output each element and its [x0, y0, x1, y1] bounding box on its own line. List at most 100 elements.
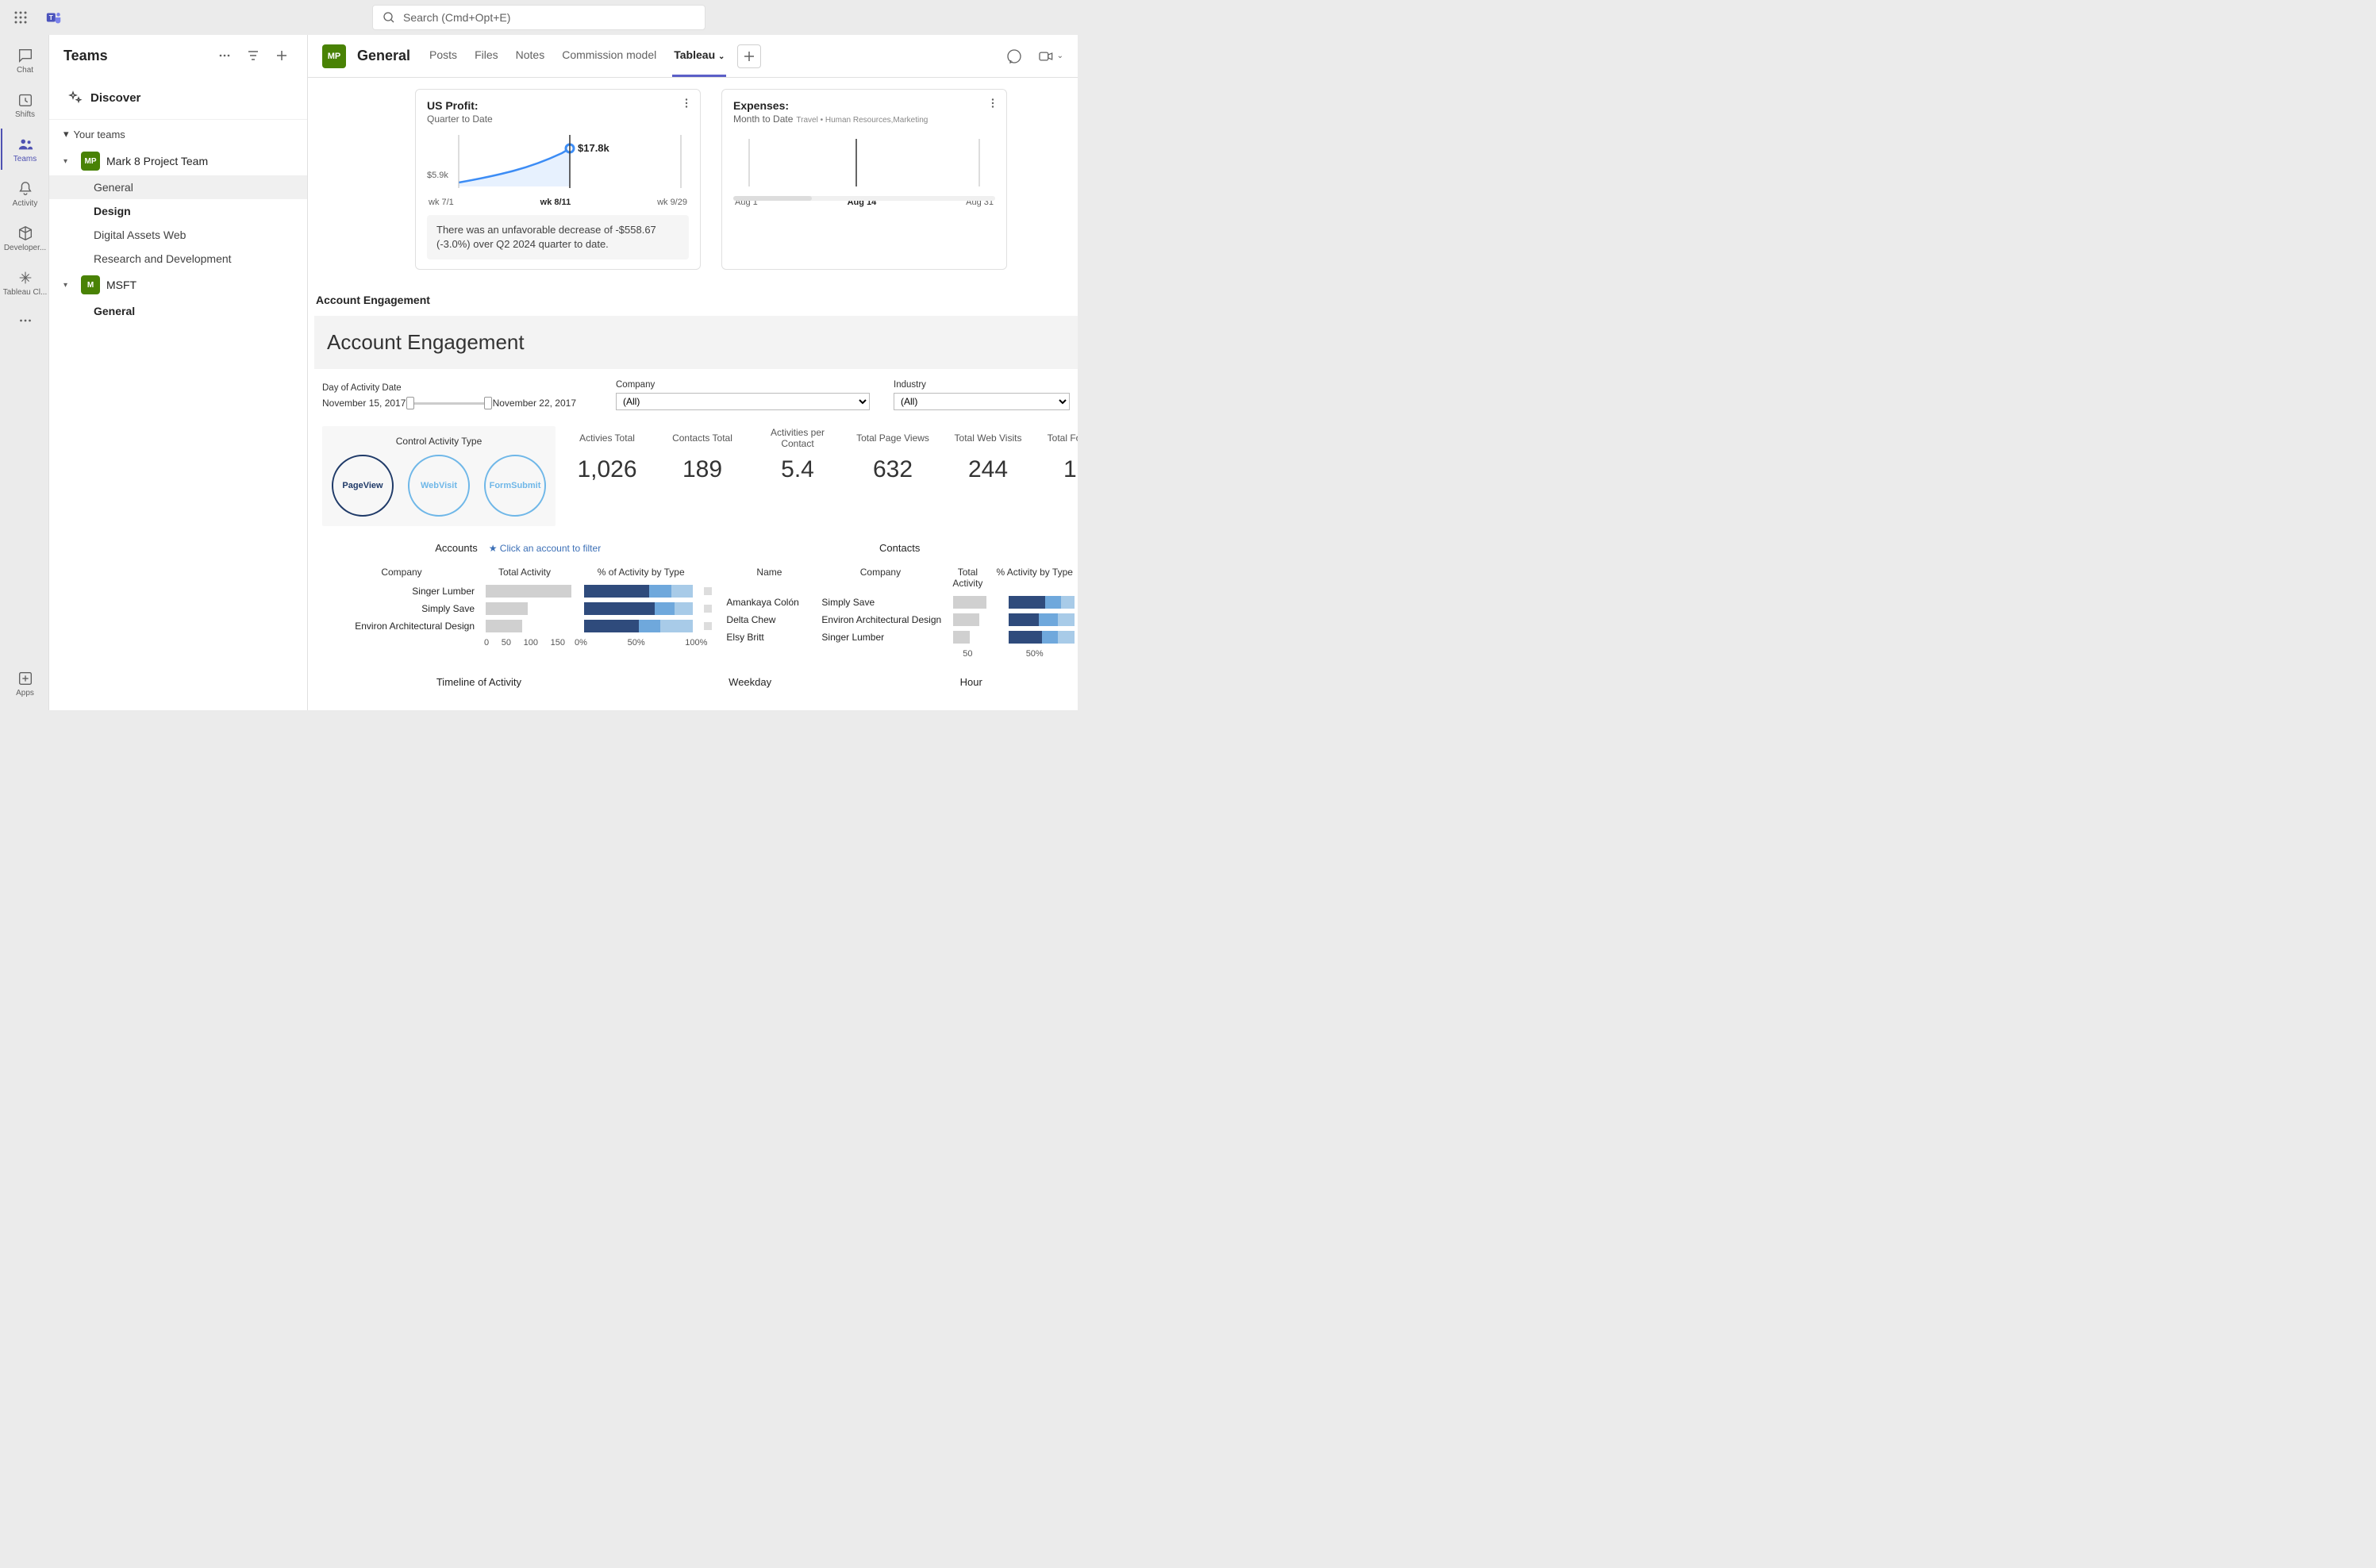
search-icon: [383, 11, 395, 24]
channel-item[interactable]: Design: [49, 199, 307, 223]
channel-header: MP General Posts Files Notes Commission mod…: [308, 35, 1078, 78]
chevron-down-icon: ⌄: [718, 52, 725, 61]
pulse-card[interactable]: US Profit: Quarter to Date $5.9k $17.8k …: [415, 89, 701, 270]
table-row[interactable]: Amankaya Colón Simply Save: [721, 594, 1078, 611]
contacts-table: Contacts Name Company Total Activity % A…: [721, 534, 1078, 662]
filter-icon: [247, 49, 260, 62]
meet-button[interactable]: ⌄: [1038, 44, 1063, 69]
channel-item[interactable]: General: [49, 299, 307, 323]
date-range-slider[interactable]: November 15, 2017 November 22, 2017: [322, 396, 576, 410]
channel-tab[interactable]: Files: [473, 35, 500, 77]
channel-item[interactable]: General: [49, 175, 307, 199]
app-launcher-button[interactable]: [8, 5, 33, 30]
hour-section: Hour: [864, 670, 1078, 694]
rail-teams[interactable]: Teams: [1, 129, 48, 170]
rail-chat[interactable]: Chat: [1, 40, 48, 81]
more-vertical-icon: [987, 98, 998, 109]
card-more-button[interactable]: [987, 98, 998, 109]
channel-name: General: [357, 48, 410, 64]
company-select[interactable]: (All): [616, 393, 870, 410]
company-filter: Company (All): [616, 380, 870, 410]
chat-icon: [17, 47, 34, 64]
team-name: Mark 8 Project Team: [106, 155, 208, 167]
team-avatar: MP: [81, 152, 100, 171]
industry-select[interactable]: (All): [894, 393, 1070, 410]
waffle-icon: [13, 10, 28, 25]
table-row[interactable]: Delta Chew Environ Architectural Design: [721, 611, 1078, 628]
chat-icon: [1006, 48, 1022, 64]
app-rail: Chat Shifts Teams Activity Developer... …: [0, 35, 49, 710]
line-chart: [427, 131, 689, 194]
rail-activity[interactable]: Activity: [1, 173, 48, 214]
card-insight: There was an unfavorable decrease of -$5…: [427, 215, 689, 259]
teams-panel: Teams Discover ▾ Your teams ▾ MP Mark 8 …: [49, 35, 308, 710]
team-item[interactable]: ▾ M MSFT: [49, 271, 307, 299]
more-icon: [17, 312, 34, 329]
bell-icon: [17, 180, 34, 198]
click-filter-hint[interactable]: ★ Click an account to filter: [489, 543, 601, 554]
table-row[interactable]: Elsy Britt Singer Lumber: [721, 628, 1078, 646]
rail-developer[interactable]: Developer...: [1, 217, 48, 259]
panel-add-button[interactable]: [271, 44, 293, 67]
title-bar: T Search (Cmd+Opt+E): [0, 0, 1078, 35]
add-tab-button[interactable]: [737, 44, 761, 68]
channel-tab[interactable]: Commission model: [560, 35, 658, 77]
caret-down-icon: ▾: [63, 128, 69, 140]
conversation-button[interactable]: [1002, 44, 1027, 69]
card-subtitle: Quarter to Date: [427, 113, 689, 125]
activity-type-toggle[interactable]: FormSubmit: [484, 455, 546, 517]
card-more-button[interactable]: [681, 98, 692, 109]
bars-chart: [733, 131, 995, 194]
activity-type-control: Control Activity Type PageViewWebVisitFo…: [322, 426, 556, 526]
kpi-tile: Activies Total1,026: [563, 426, 651, 526]
table-row[interactable]: Environ Architectural Design: [322, 617, 713, 635]
video-icon: [1038, 48, 1054, 64]
discover-button[interactable]: Discover: [49, 76, 307, 120]
ae-section-label: Account Engagement: [308, 286, 1078, 311]
channel-tab[interactable]: Posts: [428, 35, 459, 77]
kpi-tile: Contacts Total189: [659, 426, 746, 526]
channel-content: MP General Posts Files Notes Commission mod…: [308, 35, 1078, 710]
table-row[interactable]: Singer Lumber: [322, 582, 713, 600]
table-row[interactable]: Simply Save: [322, 600, 713, 617]
sparkle-icon: [68, 90, 83, 105]
team-name: MSFT: [106, 279, 136, 291]
card-title: US Profit:: [427, 99, 689, 112]
shifts-icon: [17, 91, 34, 109]
your-teams-header[interactable]: ▾ Your teams: [49, 120, 307, 147]
teams-logo-icon: T: [41, 5, 67, 30]
apps-plus-icon: [17, 670, 34, 687]
rail-apps[interactable]: Apps: [1, 663, 48, 704]
more-vertical-icon: [681, 98, 692, 109]
activity-type-toggle[interactable]: PageView: [332, 455, 394, 517]
search-box[interactable]: Search (Cmd+Opt+E): [372, 5, 705, 30]
team-item[interactable]: ▾ MP Mark 8 Project Team: [49, 147, 307, 175]
channel-item[interactable]: Digital Assets Web: [49, 223, 307, 247]
panel-more-button[interactable]: [213, 44, 236, 67]
caret-down-icon: ▾: [63, 281, 75, 290]
card-subtitle: Month to DateTravel • Human Resources,Ma…: [733, 113, 995, 125]
kpi-tile: Total For Submitt150: [1040, 426, 1078, 526]
team-avatar: M: [81, 275, 100, 294]
cube-icon: [17, 225, 34, 242]
svg-text:T: T: [49, 14, 53, 21]
rail-more[interactable]: [1, 306, 48, 335]
rail-shifts[interactable]: Shifts: [1, 84, 48, 125]
caret-down-icon: ▾: [63, 157, 75, 166]
channel-tab[interactable]: Notes: [514, 35, 547, 77]
panel-filter-button[interactable]: [242, 44, 264, 67]
date-filter: Day of Activity Date November 15, 2017 N…: [322, 383, 592, 410]
kpi-tile: Activities per Contact5.4: [754, 426, 841, 526]
ae-panel: Account Engagement Day of Activity Date …: [314, 316, 1078, 694]
plus-icon: [744, 51, 755, 62]
channel-item[interactable]: Research and Development: [49, 247, 307, 271]
activity-type-toggle[interactable]: WebVisit: [408, 455, 470, 517]
channel-tab[interactable]: Tableau ⌄: [672, 35, 726, 77]
channel-avatar: MP: [322, 44, 346, 68]
plus-icon: [275, 49, 288, 62]
more-icon: [218, 49, 231, 62]
pulse-card[interactable]: Expenses: Month to DateTravel • Human Re…: [721, 89, 1007, 270]
rail-tableau[interactable]: Tableau Cl...: [1, 262, 48, 303]
teams-icon: [17, 136, 34, 153]
panel-title: Teams: [63, 48, 207, 64]
